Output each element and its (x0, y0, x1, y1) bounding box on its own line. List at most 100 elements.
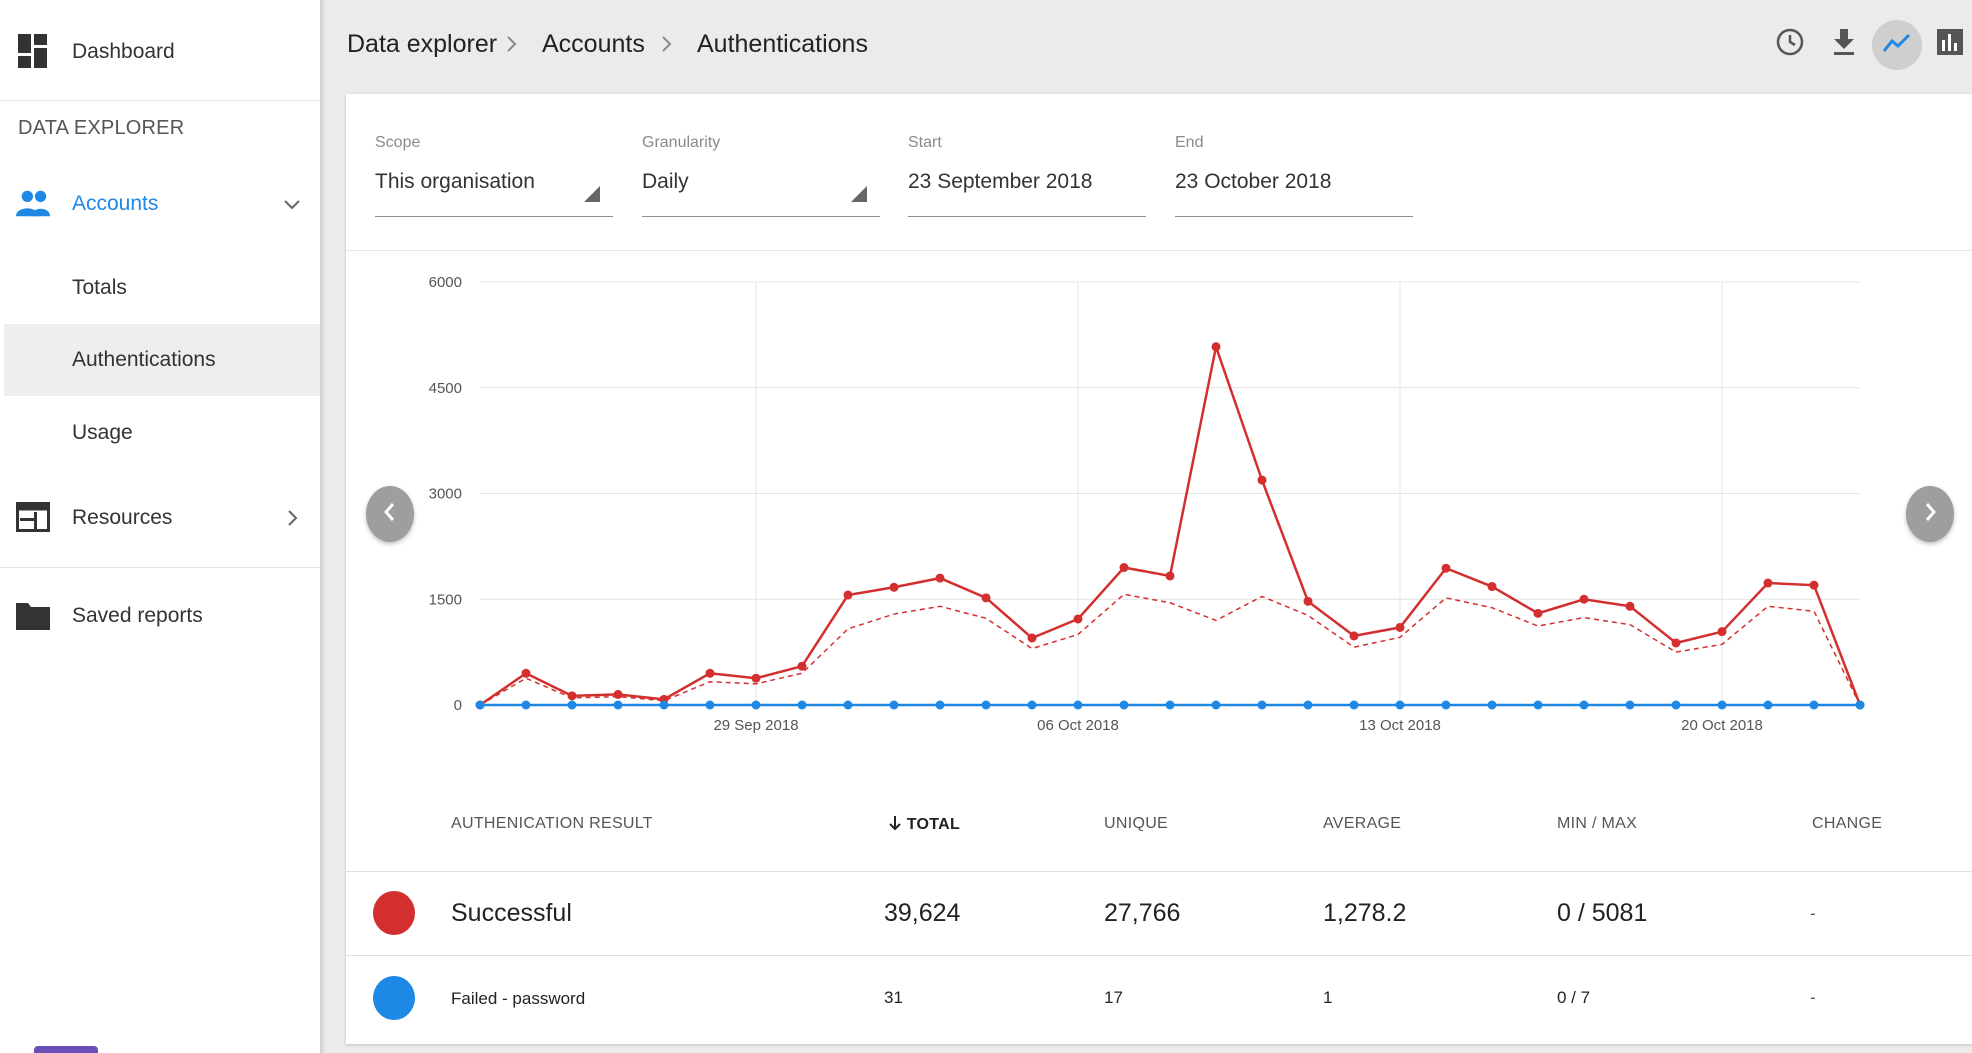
data-point (1441, 563, 1451, 573)
data-point (935, 573, 945, 583)
download-button[interactable] (1824, 24, 1864, 64)
data-point (1165, 571, 1175, 581)
granularity-select[interactable]: Daily (642, 170, 689, 194)
data-point (843, 700, 853, 710)
data-point (1349, 700, 1359, 710)
result-name: Successful (451, 899, 572, 927)
column-header-total[interactable]: TOTAL (888, 815, 960, 834)
data-point (567, 700, 577, 710)
data-point (889, 582, 899, 592)
y-tick-label: 4500 (429, 380, 462, 397)
data-point (1763, 700, 1773, 710)
data-point (981, 700, 991, 710)
average-value: 1,278.2 (1323, 899, 1407, 927)
unique-value: 17 (1104, 988, 1123, 1007)
sidebar-shadow (320, 0, 326, 1053)
data-point (1073, 614, 1083, 624)
data-point (1809, 580, 1819, 590)
average-value: 1 (1323, 988, 1333, 1007)
start-date-input[interactable]: 23 September 2018 (908, 170, 1092, 194)
dropdown-arrow-icon[interactable] (584, 186, 600, 202)
x-tick-label: 29 Sep 2018 (713, 717, 798, 734)
data-point (1257, 700, 1267, 710)
data-point (613, 689, 623, 699)
line-chart-icon (1882, 32, 1912, 59)
chevron-right-icon (504, 34, 520, 54)
minmax-value: 0 / 5081 (1557, 899, 1648, 927)
total-value: 39,624 (884, 899, 961, 927)
sidebar-item-totals[interactable]: Totals (72, 276, 127, 300)
data-point (1349, 631, 1359, 641)
line-chart-button[interactable] (1872, 20, 1922, 70)
data-point (1809, 700, 1819, 710)
sidebar-item-accounts[interactable]: Accounts (0, 180, 320, 228)
sidebar: Dashboard DATA EXPLORER Accounts Totals … (0, 0, 320, 1053)
chevron-right-icon[interactable] (282, 508, 302, 528)
column-header-average[interactable]: AVERAGE (1323, 815, 1401, 833)
series-color-dot (373, 891, 415, 935)
folder-icon (16, 598, 50, 632)
data-point (797, 700, 807, 710)
unique-value: 27,766 (1104, 899, 1181, 927)
data-point (1671, 700, 1681, 710)
data-point (1717, 700, 1727, 710)
data-point (1763, 578, 1773, 588)
sidebar-item-authentications[interactable]: Authentications (72, 348, 216, 372)
data-point (751, 700, 761, 710)
minmax-value: 0 / 7 (1557, 988, 1591, 1007)
sidebar-item-usage[interactable]: Usage (72, 421, 133, 445)
data-point (705, 668, 715, 678)
column-header-unique[interactable]: UNIQUE (1104, 815, 1168, 833)
scope-select[interactable]: This organisation (375, 170, 535, 194)
data-point (1625, 700, 1635, 710)
y-tick-label: 3000 (429, 486, 462, 503)
end-date-input[interactable]: 23 October 2018 (1175, 170, 1331, 194)
sidebar-item-dashboard[interactable]: Dashboard (0, 28, 320, 76)
sidebar-item-label: Saved reports (72, 604, 203, 627)
previous-period-button[interactable] (366, 486, 414, 542)
chevron-left-icon (381, 501, 399, 528)
start-underline (908, 216, 1146, 217)
total-value: 31 (884, 988, 903, 1007)
data-point (1487, 582, 1497, 592)
scope-underline (375, 216, 613, 217)
data-point (1303, 700, 1313, 710)
next-period-button[interactable] (1906, 486, 1954, 542)
breadcrumb-accounts[interactable]: Accounts (542, 30, 645, 59)
data-point (1119, 563, 1129, 573)
data-point (1487, 700, 1497, 710)
end-label: End (1175, 134, 1204, 151)
column-header-change[interactable]: CHANGE (1812, 815, 1882, 833)
data-point (843, 590, 853, 600)
data-point (613, 700, 623, 710)
dropdown-arrow-icon[interactable] (851, 186, 867, 202)
sidebar-item-saved-reports[interactable]: Saved reports (0, 592, 320, 640)
scope-label: Scope (375, 134, 421, 151)
data-point (1257, 475, 1267, 485)
sort-down-arrow-icon (888, 816, 907, 833)
y-tick-label: 6000 (429, 274, 462, 291)
dashboard-icon (16, 34, 50, 68)
data-point (1441, 700, 1451, 710)
data-point (1073, 700, 1083, 710)
data-point (521, 700, 531, 710)
sidebar-item-resources[interactable]: Resources (0, 494, 320, 542)
history-button[interactable] (1770, 24, 1810, 64)
bottom-tab (34, 1046, 98, 1053)
column-header-minmax[interactable]: MIN / MAX (1557, 815, 1637, 833)
bar-chart-button[interactable] (1930, 24, 1970, 64)
chevron-down-icon[interactable] (282, 194, 302, 214)
divider (346, 871, 1972, 872)
y-tick-label: 0 (454, 697, 462, 714)
x-tick-label: 06 Oct 2018 (1037, 717, 1119, 734)
data-point (981, 593, 991, 603)
y-tick-label: 1500 (429, 591, 462, 608)
breadcrumb-data-explorer[interactable]: Data explorer (347, 30, 497, 59)
data-point (889, 700, 899, 710)
column-header-result[interactable]: AUTHENICATION RESULT (451, 815, 653, 833)
data-point (1533, 608, 1543, 618)
granularity-underline (642, 216, 880, 217)
sidebar-item-label: Dashboard (72, 40, 175, 63)
history-icon (1775, 27, 1805, 62)
change-value: - (1810, 904, 1816, 923)
